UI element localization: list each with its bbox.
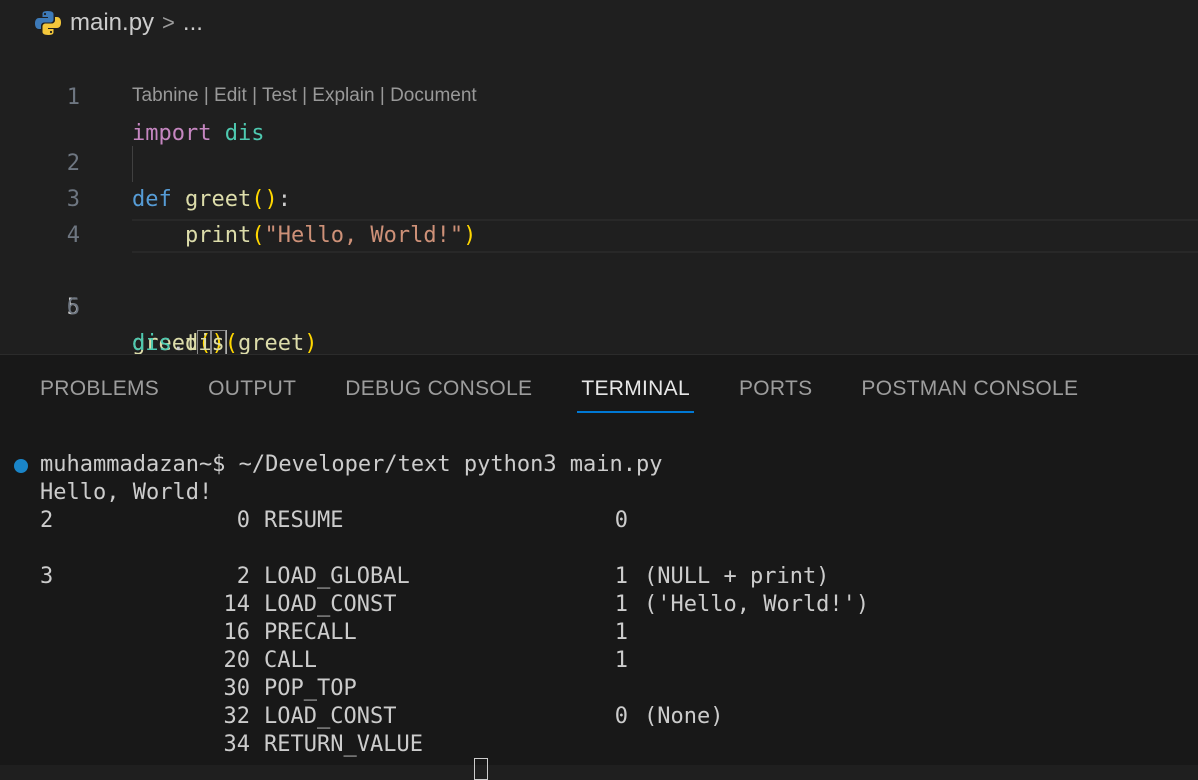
line-number: 6	[66, 295, 80, 320]
terminal-output: Hello, World!	[40, 480, 213, 505]
tab-terminal[interactable]: TERMINAL	[577, 377, 694, 413]
bytecode-arg-description: (None)	[644, 704, 724, 729]
argument: greet	[238, 331, 305, 356]
bytecode-arg: 0	[614, 508, 628, 533]
tab-debug-console[interactable]: DEBUG CONSOLE	[345, 377, 532, 413]
bytecode-opname: RETURN_VALUE	[264, 732, 423, 757]
tab-ports[interactable]: PORTS	[739, 377, 812, 413]
bytecode-offset: 16	[223, 620, 251, 645]
module-name: dis	[132, 331, 172, 356]
code-editor[interactable]: 1 import dis Tabnine | Edit | Test | Exp…	[0, 44, 1198, 358]
bytecode-offset: 20	[223, 648, 251, 673]
bottom-panel: PROBLEMS OUTPUT DEBUG CONSOLE TERMINAL P…	[0, 354, 1198, 765]
current-line-highlight	[132, 219, 1198, 253]
bytecode-line-number: 2	[40, 508, 54, 533]
breadcrumb[interactable]: main.py > ...	[34, 6, 203, 40]
bytecode-opname: POP_TOP	[264, 676, 357, 701]
terminal-cursor	[474, 758, 488, 780]
command-status-dot-icon[interactable]	[14, 459, 28, 473]
code-line-3[interactable]: 3 print("Hello, World!")	[0, 146, 1198, 248]
bytecode-arg: 1	[614, 648, 628, 673]
bytecode-offset: 14	[223, 592, 251, 617]
bytecode-opname: LOAD_CONST	[264, 704, 397, 729]
bytecode-opname: CALL	[264, 648, 317, 673]
code-line-1[interactable]: 1 import dis	[0, 44, 1198, 146]
terminal-prompt-line: muhammadazan~$ ~/Developer/text python3 …	[0, 451, 1198, 479]
bytecode-line-number: 3	[40, 564, 54, 589]
bytecode-offset: 2	[236, 564, 250, 589]
panel-tabs: PROBLEMS OUTPUT DEBUG CONSOLE TERMINAL P…	[40, 377, 1127, 413]
bytecode-offset: 32	[223, 704, 251, 729]
bytecode-offset: 34	[223, 732, 251, 757]
code-line-6[interactable]: 6 dis.dis(greet)	[0, 254, 1198, 356]
bytecode-opname: PRECALL	[264, 620, 357, 645]
close-paren: )	[304, 331, 318, 356]
breadcrumb-more[interactable]: ...	[183, 9, 203, 37]
chevron-right-icon: >	[162, 10, 175, 35]
code-line-2[interactable]: 2 def greet():	[0, 110, 1198, 212]
tab-output[interactable]: OUTPUT	[208, 377, 296, 413]
bytecode-opname: RESUME	[264, 508, 344, 533]
bytecode-arg: 1	[614, 620, 628, 645]
code-line-5[interactable]: 5 greet()	[0, 218, 1198, 358]
bytecode-arg-description: ('Hello, World!')	[644, 592, 870, 617]
tab-problems[interactable]: PROBLEMS	[40, 377, 159, 413]
code-line-4[interactable]: 4	[0, 182, 1198, 248]
bytecode-arg: 1	[614, 564, 628, 589]
bytecode-offset: 30	[223, 676, 251, 701]
breadcrumb-file[interactable]: main.py	[70, 9, 154, 37]
function-name: dis	[185, 331, 225, 356]
bytecode-arg: 0	[614, 704, 628, 729]
bytecode-arg: 1	[614, 592, 628, 617]
python-file-icon	[35, 11, 61, 35]
bytecode-arg-description: (NULL + print)	[644, 564, 830, 589]
terminal-command: muhammadazan~$ ~/Developer/text python3 …	[40, 452, 663, 477]
codelens-actions[interactable]: Tabnine | Edit | Test | Explain | Docume…	[132, 82, 477, 110]
bytecode-opname: LOAD_GLOBAL	[264, 564, 410, 589]
bytecode-offset: 0	[236, 508, 250, 533]
bytecode-opname: LOAD_CONST	[264, 592, 397, 617]
open-paren: (	[224, 331, 238, 356]
dot: .	[171, 331, 185, 356]
tab-postman-console[interactable]: POSTMAN CONSOLE	[861, 377, 1078, 413]
